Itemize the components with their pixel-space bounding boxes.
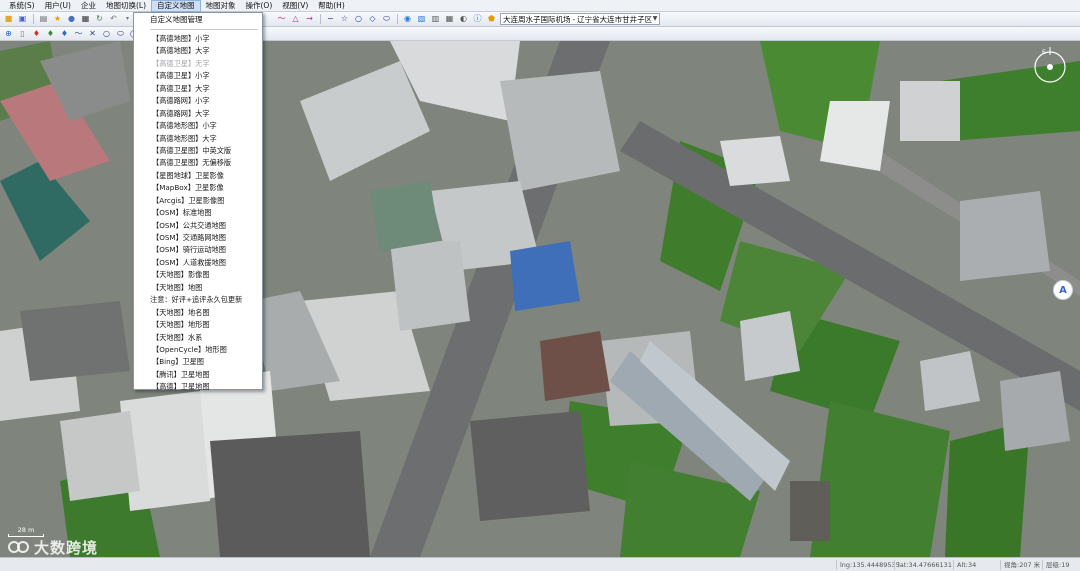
custom-map-item[interactable]: 【OSM】人道救援地图 bbox=[134, 257, 262, 269]
triangle-icon[interactable]: △ bbox=[290, 14, 301, 25]
compass-label: E bbox=[1042, 49, 1046, 56]
menu-view[interactable]: 视图(V) bbox=[277, 0, 313, 12]
route-icon[interactable]: 〜 bbox=[73, 28, 84, 39]
custom-map-management-item[interactable]: 自定义地图管理 bbox=[134, 14, 262, 26]
menu-map-switch[interactable]: 地图切换(L) bbox=[101, 0, 151, 12]
custom-map-list: 【高德地图】小字 【高德地图】大字 【高德卫星】无字【高德卫星】小字 【高德卫星】大字… bbox=[134, 33, 262, 394]
custom-map-item[interactable]: 【OSM】骑行运动地图 bbox=[134, 244, 262, 256]
watermark: 大数跨境 bbox=[8, 538, 99, 557]
oval-tool-icon[interactable]: ⬭ bbox=[115, 28, 126, 39]
locate-icon[interactable]: ⊕ bbox=[3, 28, 14, 39]
curve-icon[interactable]: ∽ bbox=[325, 14, 336, 25]
pin-icon[interactable]: ♦ bbox=[31, 28, 42, 39]
menu-system[interactable]: 系统(S) bbox=[4, 0, 40, 12]
status-latitude: lat:34.47666131 bbox=[894, 560, 952, 570]
custom-map-item[interactable]: 【OSM】交通路网地图 bbox=[134, 232, 262, 244]
pin-green-icon[interactable]: ♦ bbox=[45, 28, 56, 39]
scale-bar: 28 m bbox=[6, 527, 46, 537]
menu-help[interactable]: 帮助(H) bbox=[313, 0, 350, 12]
custom-map-item[interactable]: 【高德卫星图】中英文版 bbox=[134, 145, 262, 157]
cross-icon[interactable]: ✕ bbox=[87, 28, 98, 39]
ellipse-icon[interactable]: ⬭ bbox=[381, 14, 392, 25]
pin-blue-icon[interactable]: ♦ bbox=[59, 28, 70, 39]
save-icon[interactable]: ▣ bbox=[17, 14, 28, 25]
custom-map-item[interactable]: 【高德路网】大字 bbox=[134, 108, 262, 120]
custom-map-item[interactable]: 【Arcgis】卫星影像图 bbox=[134, 195, 262, 207]
status-longitude: lng:135.44489535 bbox=[836, 560, 900, 570]
circle-tool-icon[interactable]: ○ bbox=[101, 28, 112, 39]
status-view-altitude: 视角:207 米 bbox=[1000, 560, 1040, 570]
user-icon[interactable]: ● bbox=[66, 14, 77, 25]
custom-map-item[interactable]: 【星图地球】卫星影像 bbox=[134, 170, 262, 182]
grid-icon[interactable]: ▦ bbox=[444, 14, 455, 25]
custom-map-item[interactable]: 【腾讯】卫星地图 bbox=[134, 369, 262, 381]
status-zoom-level: 层级:19 bbox=[1042, 560, 1069, 570]
custom-map-item[interactable]: 【OpenCycle】地形图 bbox=[134, 344, 262, 356]
star-outline-icon[interactable]: ☆ bbox=[339, 14, 350, 25]
custom-map-item[interactable]: 【高德地图】小字 bbox=[134, 33, 262, 45]
custom-map-item[interactable]: 【天地图】地形图 bbox=[134, 319, 262, 331]
circle-icon[interactable]: ○ bbox=[353, 14, 364, 25]
menu-enterprise[interactable]: 企业 bbox=[76, 0, 101, 12]
watermark-text: 大数跨境 bbox=[34, 538, 99, 557]
custom-map-item[interactable]: 【MapBox】卫星影像 bbox=[134, 182, 262, 194]
custom-map-item[interactable]: 【天地图】地图 bbox=[134, 282, 262, 294]
menu-user[interactable]: 用户(U) bbox=[40, 0, 76, 12]
custom-map-dropdown: 自定义地图管理 【高德地图】小字 【高德地图】大字 【高德卫星】无字【高德卫星】小字… bbox=[133, 12, 263, 391]
watermark-logo-icon bbox=[8, 541, 29, 553]
custom-map-item[interactable]: 【OSM】标准地图 bbox=[134, 207, 262, 219]
custom-map-item[interactable]: 【天地图】地名图 bbox=[134, 307, 262, 319]
menu-notice-text: 注意：好评+追评永久包更新 bbox=[150, 295, 243, 305]
custom-map-item[interactable]: 【高德卫星】小字 bbox=[134, 70, 262, 82]
measure-icon[interactable]: ▥ bbox=[430, 14, 441, 25]
custom-map-item[interactable]: 【OSM】公共交通地图 bbox=[134, 220, 262, 232]
status-altitude: Alt:34 bbox=[953, 560, 976, 570]
custom-map-item[interactable]: 【高德卫星】大字 bbox=[134, 83, 262, 95]
menu-operation[interactable]: 操作(O) bbox=[241, 0, 278, 12]
custom-map-item[interactable]: 【Bing】卫星图 bbox=[134, 356, 262, 368]
custom-map-item[interactable]: 【高德卫星图】无偏移版 bbox=[134, 157, 262, 169]
contrast-icon[interactable]: ◐ bbox=[458, 14, 469, 25]
layer-icon[interactable]: ▧ bbox=[416, 14, 427, 25]
menu-bar: 系统(S) 用户(U) 企业 地图切换(L) 自定义地图 地图对象 操作(O) … bbox=[0, 0, 1080, 12]
print-icon[interactable]: ▤ bbox=[38, 14, 49, 25]
custom-map-item[interactable]: 【高德地形图】小字 bbox=[134, 120, 262, 132]
custom-map-item[interactable]: 【高德地图】大字 bbox=[134, 45, 262, 57]
toolbar-separator bbox=[320, 14, 321, 24]
compass-icon[interactable] bbox=[1033, 47, 1067, 101]
toolbar-separator bbox=[33, 14, 34, 24]
custom-map-item[interactable]: 【天地图】水系 bbox=[134, 332, 262, 344]
custom-map-item[interactable]: 【天地图】影像图 bbox=[134, 269, 262, 281]
assistant-button[interactable]: A bbox=[1053, 280, 1073, 300]
favorite-star-icon[interactable]: ★ bbox=[52, 14, 63, 25]
dropdown-arrow-icon[interactable]: ▾ bbox=[122, 14, 133, 25]
shield-icon[interactable]: ◇ bbox=[367, 14, 378, 25]
toolbar-separator bbox=[397, 14, 398, 24]
custom-map-item: 【高德卫星】无字 bbox=[152, 58, 210, 68]
status-bar: lng:135.44489535 lat:34.47666131 Alt:34 … bbox=[0, 557, 1080, 571]
screenshot-icon[interactable]: ▦ bbox=[80, 14, 91, 25]
menu-separator bbox=[150, 29, 258, 30]
security-shield-icon[interactable]: ⬟ bbox=[486, 14, 497, 25]
menu-map-objects[interactable]: 地图对象 bbox=[201, 0, 241, 12]
custom-map-item[interactable]: 【高德路网】小字 bbox=[134, 95, 262, 107]
chevron-down-icon[interactable]: ▼ bbox=[651, 14, 659, 24]
scale-label: 28 m bbox=[17, 526, 35, 534]
custom-map-item[interactable]: 【高德】卫星地图 bbox=[134, 381, 262, 393]
custom-map-item[interactable]: 【高德地形图】大字 bbox=[134, 133, 262, 145]
location-search-input[interactable] bbox=[500, 13, 660, 25]
menu-custom-map[interactable]: 自定义地图 bbox=[151, 0, 201, 12]
refresh-icon[interactable]: ↻ bbox=[94, 14, 105, 25]
globe-icon[interactable]: ◉ bbox=[402, 14, 413, 25]
open-folder-icon[interactable]: ■ bbox=[3, 14, 14, 25]
page-icon[interactable]: ▯ bbox=[17, 28, 28, 39]
arrow-right-icon[interactable]: → bbox=[304, 14, 315, 25]
info-icon[interactable]: ⓘ bbox=[472, 14, 483, 25]
polyline-icon[interactable]: 〜 bbox=[276, 14, 287, 25]
undo-icon[interactable]: ↶ bbox=[108, 14, 119, 25]
